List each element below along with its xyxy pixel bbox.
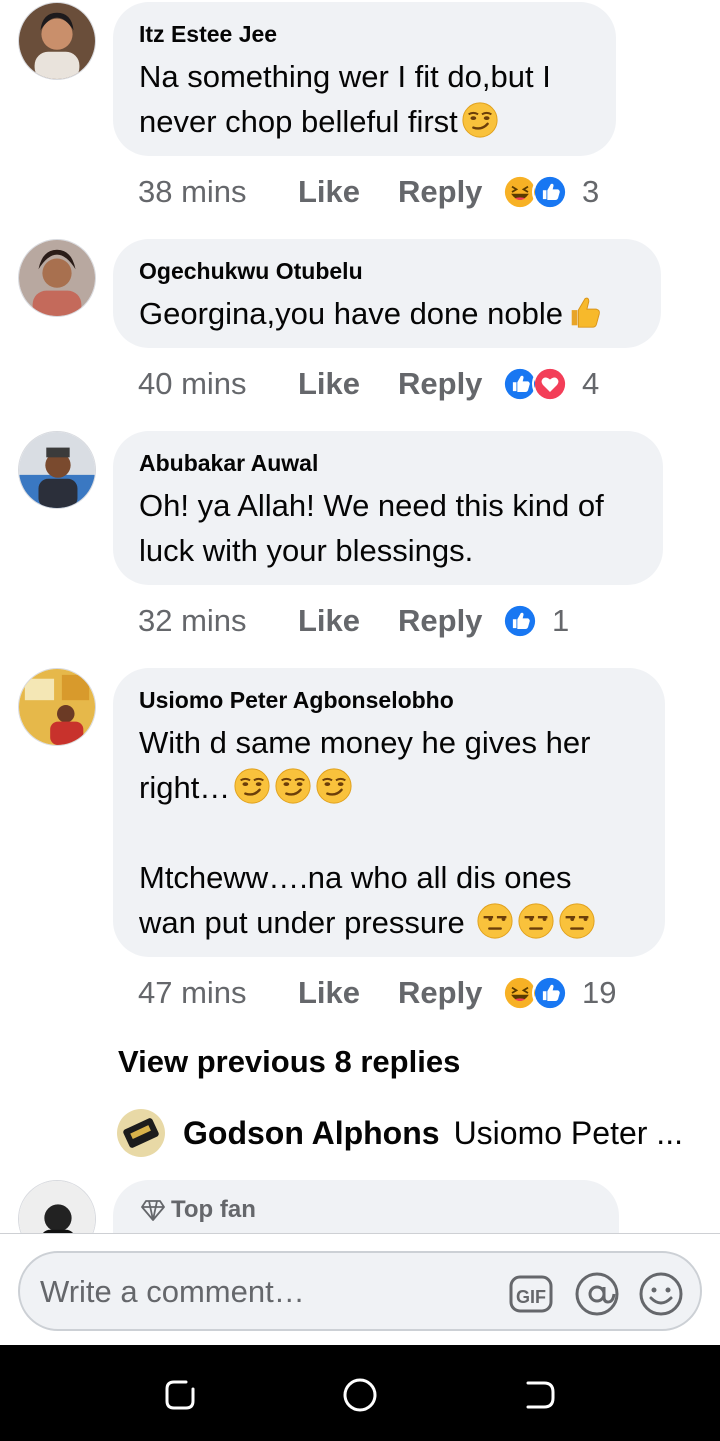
reaction-count: 4 — [582, 366, 600, 401]
avatar[interactable] — [18, 668, 96, 746]
comment-text-line: wan put under pressure — [139, 905, 465, 940]
like-reaction-icon — [502, 603, 538, 639]
comment-input[interactable] — [40, 1265, 480, 1319]
back-button[interactable] — [520, 1375, 560, 1415]
comment-bubble[interactable]: Itz Estee Jee Na something wer I fit do,… — [113, 2, 616, 156]
thumbs-up-icon — [566, 293, 604, 331]
home-button[interactable] — [340, 1375, 380, 1415]
unamused-face-icon — [476, 902, 514, 940]
comment-timestamp: 32 mins — [138, 603, 247, 638]
comment-actions: 32 mins Like Reply 1 — [138, 601, 569, 641]
latest-reply-preview[interactable]: Godson Alphons Usiomo Peter ... — [117, 1108, 683, 1158]
avatar[interactable] — [18, 239, 96, 317]
comment-text-line: never chop belleful first — [139, 104, 458, 139]
avatar[interactable] — [18, 2, 96, 80]
mention-button[interactable] — [574, 1271, 620, 1317]
reply-button[interactable]: Reply — [398, 603, 502, 639]
reactions-summary[interactable]: 1 — [502, 603, 569, 639]
unamused-face-icon — [558, 902, 596, 940]
comment-bubble[interactable]: Abubakar Auwal Oh! ya Allah! We need thi… — [113, 431, 663, 585]
comment-text-line: Georgina,you have done noble — [139, 296, 563, 331]
comment-text-line: With d same money he gives her — [139, 725, 591, 760]
avatar[interactable] — [18, 1180, 96, 1233]
like-button[interactable]: Like — [298, 603, 398, 639]
system-navigation-bar — [0, 1345, 720, 1441]
like-button[interactable]: Like — [298, 174, 398, 210]
comment-input-container[interactable]: GIF — [18, 1251, 702, 1331]
gif-icon: GIF — [509, 1275, 553, 1313]
comment-bubble[interactable]: Top fan — [113, 1180, 619, 1233]
reactions-summary[interactable]: 19 — [502, 975, 616, 1011]
comment-author[interactable]: Usiomo Peter Agbonselobho — [139, 686, 639, 714]
comment-text-line: Na something wer I fit do,but I — [139, 59, 551, 94]
reply-button[interactable]: Reply — [398, 174, 502, 210]
paragraph-break — [139, 810, 639, 855]
comment-text-line: luck with your blessings. — [139, 533, 474, 568]
comments-feed[interactable]: Itz Estee Jee Na something wer I fit do,… — [0, 0, 720, 1233]
emoji-button[interactable] — [638, 1271, 684, 1317]
reply-button[interactable]: Reply — [398, 366, 502, 402]
recent-apps-button[interactable] — [160, 1375, 200, 1415]
reaction-count: 19 — [582, 975, 617, 1010]
reactions-summary[interactable]: 4 — [502, 366, 599, 402]
like-reaction-icon — [532, 174, 568, 210]
comment-composer: GIF — [0, 1233, 720, 1345]
unamused-face-icon — [517, 902, 555, 940]
diamond-icon — [141, 1200, 165, 1221]
reaction-count: 1 — [552, 603, 570, 638]
comment-author[interactable]: Itz Estee Jee — [139, 20, 590, 48]
reply-author[interactable]: Godson Alphons — [183, 1115, 440, 1152]
reaction-count: 3 — [582, 174, 600, 209]
smirking-face-icon — [315, 767, 353, 805]
reply-button[interactable]: Reply — [398, 975, 502, 1011]
love-reaction-icon — [532, 366, 568, 402]
smiley-face-icon — [639, 1272, 683, 1316]
comment-actions: 38 mins Like Reply 3 — [138, 172, 599, 212]
gif-label: GIF — [516, 1287, 546, 1307]
smirking-face-icon — [461, 101, 499, 139]
smirking-face-icon — [274, 767, 312, 805]
reactions-summary[interactable]: 3 — [502, 174, 599, 210]
comment-bubble[interactable]: Ogechukwu Otubelu Georgina,you have done… — [113, 239, 661, 348]
comment-bubble[interactable]: Usiomo Peter Agbonselobho With d same mo… — [113, 668, 665, 957]
comment-author[interactable]: Ogechukwu Otubelu — [139, 257, 635, 285]
top-fan-badge: Top fan — [141, 1196, 591, 1224]
home-icon — [343, 1378, 377, 1412]
back-icon — [526, 1381, 555, 1409]
comment-text-line: Mtcheww….na who all dis ones — [139, 860, 572, 895]
comment-timestamp: 40 mins — [138, 366, 247, 401]
gif-button[interactable]: GIF — [508, 1271, 554, 1317]
comment-timestamp: 47 mins — [138, 975, 247, 1010]
comment-text-line: right… — [139, 770, 231, 805]
avatar[interactable] — [117, 1109, 165, 1157]
comment-actions: 40 mins Like Reply 4 — [138, 364, 599, 404]
smirking-face-icon — [233, 767, 271, 805]
comment-author[interactable]: Abubakar Auwal — [139, 449, 637, 477]
reply-snippet: Usiomo Peter ... — [453, 1114, 683, 1151]
comment-text-line: Oh! ya Allah! We need this kind of — [139, 488, 604, 523]
top-fan-label: Top fan — [171, 1196, 256, 1223]
comment-timestamp: 38 mins — [138, 174, 247, 209]
recent-apps-icon — [165, 1380, 195, 1410]
like-button[interactable]: Like — [298, 366, 398, 402]
like-button[interactable]: Like — [298, 975, 398, 1011]
like-reaction-icon — [532, 975, 568, 1011]
at-sign-icon — [575, 1272, 619, 1316]
view-previous-replies-link[interactable]: View previous 8 replies — [118, 1042, 460, 1082]
avatar[interactable] — [18, 431, 96, 509]
comment-actions: 47 mins Like Reply 19 — [138, 973, 616, 1013]
